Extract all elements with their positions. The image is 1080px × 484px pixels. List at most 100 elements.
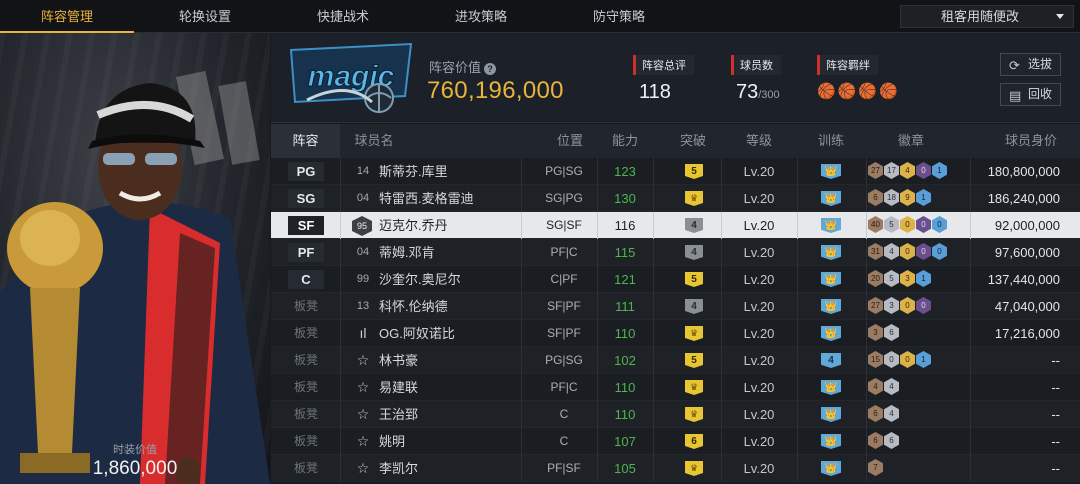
team-bond-icons[interactable]: 🏀 🏀 🏀 🏀 — [817, 82, 900, 100]
badge-icon: 4 — [900, 162, 915, 179]
player-position: SG|SF — [546, 218, 582, 232]
table-row[interactable]: 板凳 ☆ 姚明 C 107 6 Lv.20 👑 6 6 -- — [271, 428, 1080, 455]
column-divider — [721, 374, 722, 401]
training-badge[interactable]: 👑 — [821, 434, 841, 449]
badge-icon: 3 — [900, 270, 915, 287]
table-row[interactable]: PG 14 斯蒂芬.库里 PG|SG 123 5 Lv.20 👑 27 17 4 0 1 180,800,… — [271, 158, 1080, 185]
table-row[interactable]: 板凳 ☆ 李凯尔 PF|SF 105 ♛ Lv.20 👑 7 -- — [271, 455, 1080, 482]
badge-icon: 6 — [868, 189, 883, 206]
overall-rating-label: 阵容总评 — [633, 55, 694, 75]
player-name[interactable]: OG.阿奴诺比 — [379, 320, 455, 347]
header-badges[interactable]: 徽章 — [881, 124, 941, 158]
column-divider — [970, 347, 971, 374]
training-badge[interactable]: 👑 — [821, 164, 841, 179]
tab-rotation-settings[interactable]: 轮换设置 — [136, 0, 274, 33]
bond-icon[interactable]: 🏀 — [879, 82, 898, 100]
table-row[interactable]: 板凳 ıl OG.阿奴诺比 SF|PF 110 ♛ Lv.20 👑 3 6 17,216,000 — [271, 320, 1080, 347]
bond-icon[interactable]: 🏀 — [858, 82, 877, 100]
column-divider — [970, 158, 971, 185]
player-name[interactable]: 蒂姆.邓肯 — [379, 239, 435, 266]
player-salary: -- — [1051, 434, 1060, 449]
player-name[interactable]: 姚明 — [379, 428, 405, 455]
select-button[interactable]: ⟳ 选拔 — [1000, 53, 1061, 76]
badge-icon: 31 — [868, 243, 883, 260]
player-name[interactable]: 斯蒂芬.库里 — [379, 158, 448, 185]
rental-dropdown[interactable]: 租客用随便改 — [900, 5, 1074, 28]
header-slot[interactable]: 阵容 — [271, 124, 340, 158]
column-divider — [797, 347, 798, 374]
header-level[interactable]: 等级 — [729, 124, 789, 158]
header-training[interactable]: 训练 — [801, 124, 861, 158]
table-row[interactable]: SG 04 特雷西.麦格雷迪 SG|PG 130 ♛ Lv.20 👑 6 18 9 1 186,240,… — [271, 185, 1080, 212]
player-name[interactable]: 特雷西.麦格雷迪 — [379, 185, 474, 212]
player-tier-icon: ☆ — [356, 433, 370, 449]
training-badge[interactable]: 👑 — [821, 380, 841, 395]
help-icon[interactable]: ? — [484, 63, 497, 75]
training-badge[interactable]: 4 — [821, 353, 841, 368]
header-ability[interactable]: 能力 — [597, 124, 653, 158]
player-level: Lv.20 — [743, 272, 775, 287]
column-divider — [797, 212, 798, 239]
column-divider — [340, 266, 341, 293]
badge-icon: 6 — [884, 324, 899, 341]
column-divider — [340, 185, 341, 212]
roster-table: 阵容 球员名 位置 能力 突破 等级 训练 徽章 球员身价 PG 14 斯蒂芬.库里… — [271, 124, 1080, 484]
training-badge[interactable]: 👑 — [821, 245, 841, 260]
player-position: PF|C — [550, 245, 578, 259]
player-count-max: /300 — [758, 89, 780, 101]
column-divider — [797, 401, 798, 428]
player-name[interactable]: 李凯尔 — [379, 455, 418, 482]
training-badge[interactable]: 👑 — [821, 326, 841, 341]
tab-offense-strategy[interactable]: 进攻策略 — [412, 0, 550, 33]
player-name[interactable]: 科怀.伦纳德 — [379, 293, 448, 320]
badge-icon: 20 — [868, 270, 883, 287]
tab-defense-strategy[interactable]: 防守策略 — [550, 0, 688, 33]
column-divider — [866, 374, 867, 401]
table-row[interactable]: SF 95 迈克尔.乔丹 SG|SF 116 4 Lv.20 👑 40 5 0 0 0 92,000,00… — [271, 212, 1080, 239]
breakthrough-badge: 5 — [685, 353, 703, 368]
player-level: Lv.20 — [743, 164, 775, 179]
table-row[interactable]: C 99 沙奎尔.奥尼尔 C|PF 121 5 Lv.20 👑 20 5 3 1 137,440,000 — [271, 266, 1080, 293]
training-badge[interactable]: 👑 — [821, 218, 841, 233]
training-badge[interactable]: 👑 — [821, 407, 841, 422]
player-position: PF|SF — [547, 461, 581, 475]
badge-list: 15 0 0 1 — [868, 351, 932, 370]
table-row[interactable]: PF 04 蒂姆.邓肯 PF|C 115 4 Lv.20 👑 31 4 0 0 0 97,600,000 — [271, 239, 1080, 266]
lineup-slot-badge: SF — [288, 216, 324, 235]
column-divider — [797, 374, 798, 401]
training-badge[interactable]: 👑 — [821, 191, 841, 206]
jersey-number: 04 — [356, 192, 370, 204]
header-salary[interactable]: 球员身价 — [991, 124, 1071, 158]
column-divider — [866, 212, 867, 239]
training-badge[interactable]: 👑 — [821, 299, 841, 314]
header-name[interactable]: 球员名 — [340, 124, 408, 158]
table-row[interactable]: 板凳 ☆ 易建联 PF|C 110 ♛ Lv.20 👑 4 4 -- — [271, 374, 1080, 401]
bench-label: 板凳 — [293, 461, 318, 475]
tab-lineup-management[interactable]: 阵容管理 — [0, 0, 134, 33]
bond-icon[interactable]: 🏀 — [817, 82, 836, 100]
column-divider — [340, 239, 341, 266]
table-row[interactable]: 板凳 ☆ 林书豪 PG|SG 102 5 Lv.20 4 15 0 0 1 -- — [271, 347, 1080, 374]
player-name[interactable]: 易建联 — [379, 374, 418, 401]
table-row[interactable]: 板凳 13 科怀.伦纳德 SF|PF 111 4 Lv.20 👑 27 3 0 0 47,040,000 — [271, 293, 1080, 320]
breakthrough-badge: 4 — [685, 299, 703, 314]
player-count-label: 球员数 — [731, 55, 781, 75]
player-name[interactable]: 迈克尔.乔丹 — [379, 212, 448, 239]
player-name[interactable]: 王治郅 — [379, 401, 418, 428]
table-row[interactable]: 板凳 ☆ 王治郅 C 110 ♛ Lv.20 👑 6 4 -- — [271, 401, 1080, 428]
badge-icon: 4 — [884, 378, 899, 395]
training-badge[interactable]: 👑 — [821, 461, 841, 476]
recycle-button[interactable]: ▤ 回收 — [1000, 83, 1061, 106]
column-divider — [653, 320, 654, 347]
player-salary: -- — [1051, 380, 1060, 395]
team-header: magic 阵容价值? 760,196,000 阵容总评 118 球员数 73/… — [271, 33, 1080, 123]
bond-icon[interactable]: 🏀 — [838, 82, 857, 100]
player-name[interactable]: 林书豪 — [379, 347, 418, 374]
player-name[interactable]: 沙奎尔.奥尼尔 — [379, 266, 461, 293]
column-divider — [721, 401, 722, 428]
player-position: SG|PG — [545, 191, 583, 205]
training-badge[interactable]: 👑 — [821, 272, 841, 287]
badge-icon: 1 — [932, 162, 947, 179]
header-breakthrough[interactable]: 突破 — [665, 124, 721, 158]
tab-quick-tactics[interactable]: 快捷战术 — [274, 0, 412, 33]
